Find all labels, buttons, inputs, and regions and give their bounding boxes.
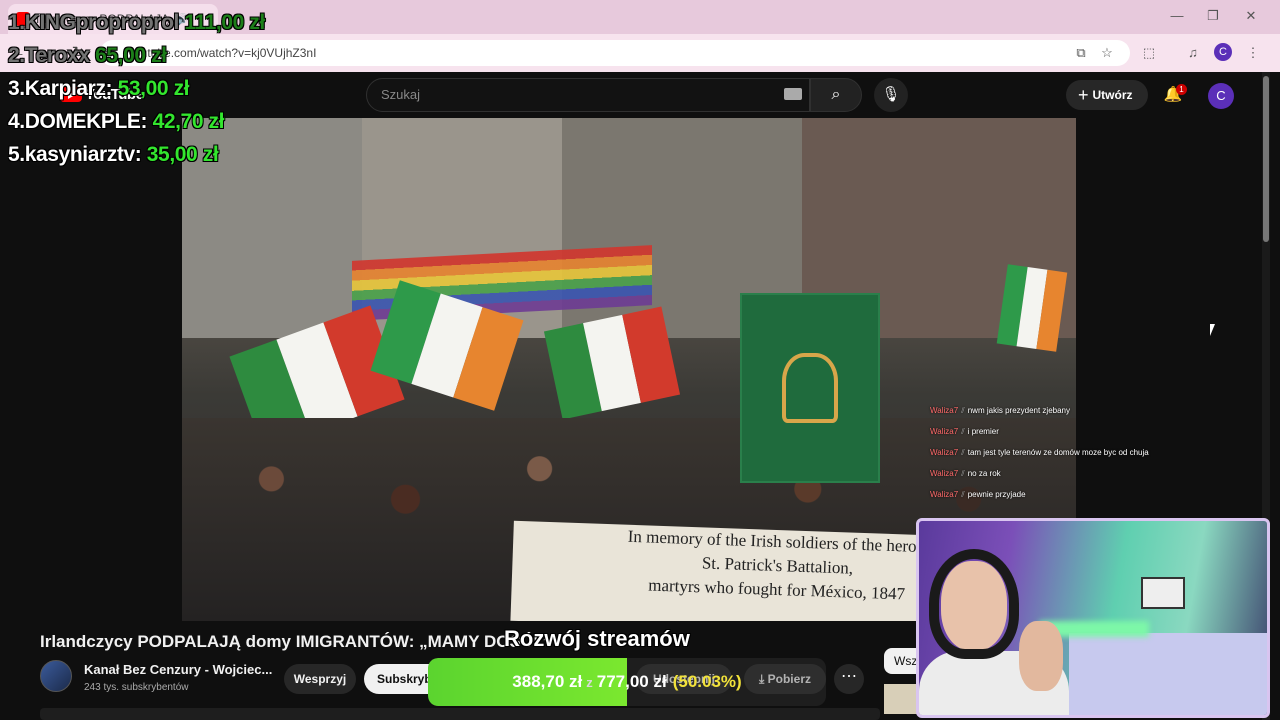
screen: Irlandczycy PODPALAJĄ 🔊 — ❐ ✕ ← → ↻ yout… bbox=[0, 0, 1280, 720]
search-input[interactable]: Szukaj bbox=[366, 78, 810, 112]
leaderboard-rank: 1. bbox=[8, 11, 25, 34]
chat-message: Waliza7 ⫽ nwm jakis prezydent zjebany bbox=[930, 400, 1170, 421]
webcam-person-hands bbox=[1019, 621, 1063, 691]
search-icon: ⌕ bbox=[831, 86, 841, 103]
leaderboard-name: KINGproproprol bbox=[24, 11, 180, 34]
voice-search-button[interactable]: 🎙 bbox=[874, 78, 908, 112]
webcam-bed bbox=[1069, 633, 1267, 715]
leaderboard-rank: 4. bbox=[8, 110, 25, 133]
leaderboard-amount: 35,00 zł bbox=[146, 143, 219, 166]
chat-text: tam jest tyle terenów ze domów moze byc … bbox=[967, 448, 1149, 457]
leaderboard-row: 1.KINGproproprol 111,00 zł bbox=[8, 6, 265, 39]
minimize-icon[interactable]: — bbox=[1162, 6, 1192, 26]
channel-avatar[interactable] bbox=[40, 660, 72, 692]
webcam-wall-picture bbox=[1141, 577, 1185, 609]
chat-separator: ⫽ bbox=[961, 406, 965, 415]
notification-badge: 1 bbox=[1176, 84, 1187, 95]
chat-separator: ⫽ bbox=[961, 490, 965, 499]
plus-icon: + bbox=[1078, 85, 1089, 105]
donation-goal-title: Rozwój streamów bbox=[504, 626, 690, 651]
chat-text: nwm jakis prezydent zjebany bbox=[967, 406, 1071, 415]
chat-separator: ⫽ bbox=[961, 448, 965, 457]
stream-chat-overlay: Waliza7 ⫽ nwm jakis prezydent zjebany Wali… bbox=[930, 400, 1170, 505]
create-button[interactable]: + Utwórz bbox=[1066, 80, 1148, 110]
chat-username: Waliza7 bbox=[930, 406, 959, 415]
goal-current-amount: 388,70 zł bbox=[512, 672, 583, 691]
search-button[interactable]: ⌕ bbox=[810, 78, 862, 112]
leaderboard-amount: 42,70 zł bbox=[152, 110, 225, 133]
leaderboard-name: kasyniarztv: bbox=[24, 143, 142, 166]
chat-separator: ⫽ bbox=[961, 469, 965, 478]
chat-username: Waliza7 bbox=[930, 490, 959, 499]
chat-username: Waliza7 bbox=[930, 469, 959, 478]
maximize-icon[interactable]: ❐ bbox=[1198, 6, 1228, 26]
irish-flag bbox=[996, 264, 1068, 352]
keyboard-icon[interactable] bbox=[784, 88, 802, 100]
chat-text: no za rok bbox=[967, 469, 1001, 478]
bookmark-star-icon[interactable]: ☆ bbox=[1098, 44, 1116, 62]
more-actions-button[interactable]: ⋯ bbox=[834, 664, 864, 694]
chat-message: Waliza7 ⫽ no za rok bbox=[930, 463, 1170, 484]
chat-text: i premier bbox=[967, 427, 999, 436]
leaderboard-amount: 65,00 zł bbox=[95, 44, 167, 67]
donation-leaderboard: 1.KINGproproprol 111,00 zł 2.Teroxx 65,0… bbox=[8, 6, 265, 171]
create-label: Utwórz bbox=[1092, 88, 1133, 102]
leaderboard-name: Karpiarz: bbox=[24, 77, 113, 100]
leaderboard-rank: 2. bbox=[8, 44, 25, 67]
leaderboard-name: Teroxx bbox=[24, 44, 90, 67]
description-box[interactable] bbox=[40, 708, 880, 720]
harp-emblem bbox=[782, 353, 838, 423]
chat-text: pewnie przyjade bbox=[967, 490, 1026, 499]
scrollbar-thumb[interactable] bbox=[1263, 76, 1269, 242]
browser-profile-avatar[interactable]: C bbox=[1214, 43, 1232, 61]
mouse-cursor-icon bbox=[1210, 324, 1215, 336]
leaderboard-amount: 111,00 zł bbox=[184, 11, 265, 34]
close-icon[interactable]: ✕ bbox=[1236, 6, 1266, 26]
video-title: Irlandczycy PODPALAJĄ domy IMIGRANTÓW: „… bbox=[40, 632, 548, 651]
leaderboard-rank: 3. bbox=[8, 77, 25, 100]
subscriber-count: 243 tys. subskrybentów bbox=[84, 682, 189, 693]
cast-icon[interactable]: ⧉ bbox=[1072, 44, 1090, 62]
leaderboard-row: 3.Karpiarz: 53,00 zł bbox=[8, 72, 265, 105]
leaderboard-row: 2.Teroxx 65,00 zł bbox=[8, 39, 265, 72]
goal-separator: z bbox=[586, 675, 593, 690]
browser-menu-icon[interactable]: ⋮ bbox=[1244, 44, 1262, 62]
headphones-icon bbox=[929, 549, 1019, 659]
chat-message: Waliza7 ⫽ i premier bbox=[930, 421, 1170, 442]
leaderboard-rank: 5. bbox=[8, 143, 25, 166]
chat-message: Waliza7 ⫽ tam jest tyle terenów ze domów m… bbox=[930, 442, 1170, 463]
leaderboard-amount: 53,00 zł bbox=[117, 77, 190, 100]
leaderboard-name: DOMEKPLE: bbox=[24, 110, 148, 133]
support-button[interactable]: Wesprzyj bbox=[284, 664, 356, 694]
media-control-icon[interactable]: ♫ bbox=[1184, 44, 1202, 62]
chat-message: Waliza7 ⫽ pewnie przyjade bbox=[930, 484, 1170, 505]
microphone-icon: 🎙 bbox=[881, 86, 901, 103]
account-avatar[interactable]: C bbox=[1208, 83, 1234, 109]
extensions-icon[interactable]: ⬚ bbox=[1140, 44, 1158, 62]
chat-username: Waliza7 bbox=[930, 427, 959, 436]
goal-target-amount: 777,00 zł bbox=[596, 672, 667, 691]
leaderboard-row: 5.kasyniarztv: 35,00 zł bbox=[8, 138, 265, 171]
leaderboard-row: 4.DOMEKPLE: 42,70 zł bbox=[8, 105, 265, 138]
chat-username: Waliza7 bbox=[930, 448, 959, 457]
chat-separator: ⫽ bbox=[961, 427, 965, 436]
streamer-webcam bbox=[916, 518, 1270, 718]
goal-percent: (50.03%) bbox=[672, 672, 742, 691]
donation-goal-text: 388,70 zł z 777,00 zł (50.03%) bbox=[428, 658, 826, 706]
channel-name[interactable]: Kanał Bez Cenzury - Wojciec... bbox=[84, 662, 272, 677]
